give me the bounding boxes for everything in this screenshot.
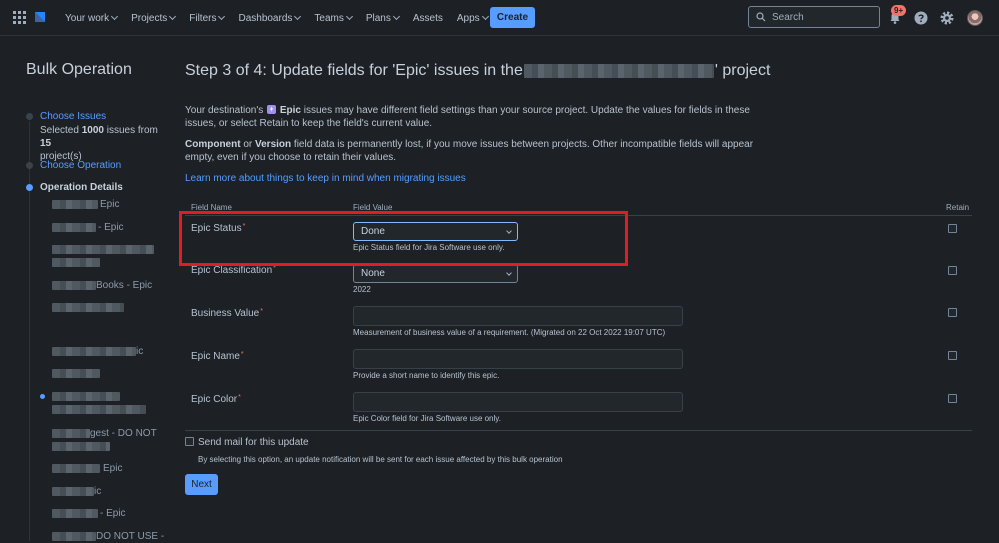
sidebar-issue-type-item[interactable]	[52, 244, 154, 255]
epic-color-help: Epic Color field for Jira Software use o…	[353, 414, 501, 423]
business-value-input[interactable]	[353, 306, 683, 326]
business-value-help: Measurement of business value of a requi…	[353, 328, 666, 337]
app-switcher-icon[interactable]	[13, 11, 26, 24]
sidebar-issue-type-item[interactable]: DO NOT USE -	[52, 531, 164, 542]
chevron-down-icon	[506, 270, 512, 276]
epic-color-input[interactable]	[353, 392, 683, 412]
chevron-down-icon	[294, 12, 302, 21]
page-title: Step 3 of 4: Update fields for 'Epic' is…	[185, 62, 771, 79]
highlight-annotation-box	[179, 211, 628, 266]
create-button[interactable]: Create	[490, 7, 535, 28]
epic-classification-help: 2022	[353, 285, 371, 294]
help-icon[interactable]	[913, 10, 929, 26]
retain-checkbox-epic-color[interactable]	[948, 394, 957, 403]
chevron-down-icon	[218, 12, 226, 21]
epic-classification-label: Epic Classification*	[191, 265, 276, 276]
search-box[interactable]	[748, 6, 880, 28]
nav-assets[interactable]: Assets	[406, 0, 450, 36]
sidebar-issue-type-item[interactable]: gest - DO NOT	[52, 428, 157, 439]
gear-icon[interactable]	[939, 10, 955, 26]
nav-filters[interactable]: Filters	[182, 0, 231, 36]
sidebar-issue-type-item[interactable]	[52, 302, 124, 313]
sidebar-issue-type-item[interactable]: ic	[52, 486, 101, 497]
sidebar-issue-type-item[interactable]: - Epic	[52, 508, 126, 519]
epic-name-input[interactable]	[353, 349, 683, 369]
sidebar-issue-type-item-cont	[52, 257, 100, 268]
nav-apps[interactable]: Apps	[450, 0, 495, 36]
avatar[interactable]	[967, 10, 983, 26]
search-input[interactable]	[772, 11, 872, 23]
chevron-down-icon	[481, 12, 489, 21]
nav-teams[interactable]: Teams	[307, 0, 358, 36]
required-marker: *	[240, 351, 244, 358]
nav-plans[interactable]: Plans	[359, 0, 406, 36]
chevron-down-icon	[392, 12, 400, 21]
current-item-indicator	[40, 394, 45, 399]
chevron-down-icon	[111, 12, 119, 21]
nav-menu: Your work Projects Filters Dashboards Te…	[58, 0, 495, 36]
epic-name-label: Epic Name*	[191, 351, 244, 362]
choose-issues-link[interactable]: Choose Issues	[40, 111, 106, 122]
nav-dashboards[interactable]: Dashboards	[231, 0, 307, 36]
table-bottom-divider	[185, 430, 972, 431]
operation-details-step: Operation Details	[40, 182, 123, 193]
sidebar: Bulk Operation Choose Issues Selected 10…	[0, 37, 170, 543]
next-button[interactable]: Next	[185, 474, 218, 495]
retain-checkbox-epic-status[interactable]	[948, 224, 957, 233]
chevron-down-icon	[169, 12, 177, 21]
selected-issues-summary: Selected 1000 issues from 15 project(s)	[40, 125, 158, 162]
epic-icon	[267, 105, 277, 114]
step-indicator	[26, 162, 33, 169]
data-loss-warning-text: Component or Version field data is perma…	[185, 139, 754, 163]
nav-your-work[interactable]: Your work	[58, 0, 124, 36]
send-mail-checkbox[interactable]	[185, 437, 194, 446]
choose-operation-link[interactable]: Choose Operation	[40, 160, 121, 171]
learn-more-link[interactable]: Learn more about things to keep in mind …	[185, 173, 466, 184]
sidebar-issue-type-item[interactable]	[52, 368, 100, 379]
destination-info-text: Your destination's Epic issues may have …	[185, 105, 750, 129]
sidebar-issue-type-item[interactable]	[52, 391, 120, 402]
chevron-down-icon	[345, 12, 353, 21]
required-marker: *	[238, 394, 241, 401]
sidebar-issue-type-item[interactable]: Books - Epic	[52, 280, 152, 291]
send-mail-label[interactable]: Send mail for this update	[198, 437, 309, 448]
retain-checkbox-epic-name[interactable]	[948, 351, 957, 360]
sidebar-issue-type-item[interactable]: - Epic	[52, 222, 124, 233]
required-marker: *	[273, 265, 276, 272]
step-indicator	[26, 113, 33, 120]
top-navigation: Your work Projects Filters Dashboards Te…	[0, 0, 999, 36]
sidebar-issue-type-item-cont	[52, 404, 146, 415]
send-mail-help: By selecting this option, an update noti…	[198, 455, 563, 464]
required-marker: *	[260, 308, 263, 315]
step-indicator-active	[26, 184, 33, 191]
sidebar-issue-type-item[interactable]: ic	[52, 346, 143, 357]
sidebar-issue-type-item[interactable]: Epic	[52, 199, 119, 210]
jira-logo-icon[interactable]	[34, 11, 46, 23]
column-header-retain: Retain	[946, 203, 970, 212]
sidebar-title: Bulk Operation	[26, 61, 132, 78]
nav-projects[interactable]: Projects	[124, 0, 182, 36]
retain-checkbox-epic-classification[interactable]	[948, 266, 957, 275]
business-value-label: Business Value*	[191, 308, 263, 319]
redacted-project-name	[523, 64, 714, 78]
notification-badge: 9+	[891, 5, 907, 16]
epic-name-help: Provide a short name to identify this ep…	[353, 371, 500, 380]
sidebar-issue-type-item[interactable]: Epic	[52, 463, 122, 474]
epic-color-label: Epic Color*	[191, 394, 241, 405]
search-icon	[756, 12, 766, 22]
retain-checkbox-business-value[interactable]	[948, 308, 957, 317]
epic-classification-select[interactable]: None	[353, 264, 518, 283]
sidebar-issue-type-item-cont	[52, 441, 110, 452]
